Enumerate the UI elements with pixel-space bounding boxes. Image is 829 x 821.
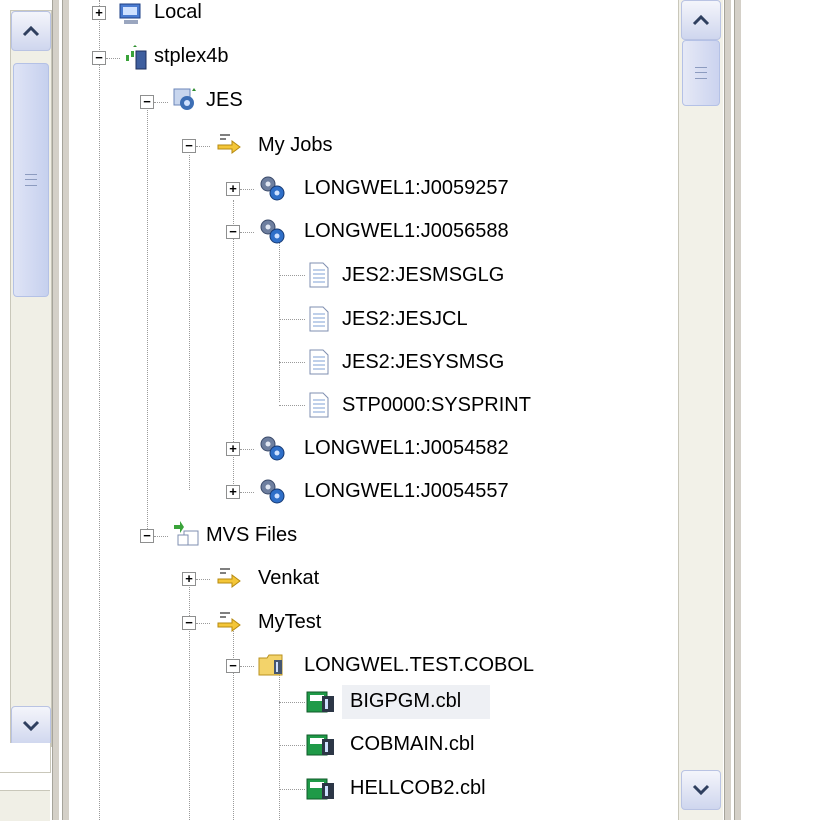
- scroll-down-button[interactable]: [11, 706, 51, 746]
- filter-icon: [216, 131, 241, 155]
- job-gears-icon: [258, 217, 285, 244]
- spool-file-icon: [308, 349, 332, 375]
- tree-node-label: JES2:JESJCL: [342, 308, 468, 330]
- tree-node-job[interactable]: + LONGWEL1:J0059257: [72, 172, 670, 206]
- chevron-up-icon: [22, 25, 40, 37]
- collapse-toggle[interactable]: −: [92, 51, 106, 65]
- chevron-down-icon: [22, 720, 40, 732]
- tree-node-mvs-files[interactable]: − MVS Files: [72, 519, 670, 553]
- tree-node-label: Local: [154, 1, 202, 23]
- system-connection-icon: [124, 45, 148, 70]
- panel-divider: [734, 0, 742, 820]
- expand-toggle[interactable]: +: [92, 6, 106, 20]
- tree-node-spool-file[interactable]: JES2:JESJCL: [72, 302, 670, 336]
- collapse-toggle[interactable]: −: [140, 95, 154, 109]
- tree-node-job[interactable]: + LONGWEL1:J0054557: [72, 475, 670, 509]
- job-gears-icon: [258, 174, 285, 201]
- tree-node-label: JES2:JESYSMSG: [342, 351, 505, 373]
- panel-divider: [52, 0, 60, 820]
- spool-file-icon: [308, 392, 332, 418]
- collapse-toggle[interactable]: −: [226, 659, 240, 673]
- collapse-toggle[interactable]: −: [182, 139, 196, 153]
- expand-toggle[interactable]: +: [182, 572, 196, 586]
- tree-node-filter[interactable]: + Venkat: [72, 562, 670, 596]
- chevron-down-icon: [692, 784, 710, 796]
- remote-systems-tree[interactable]: + Local − stplex4b − JES − My Jobs + LON…: [72, 0, 670, 820]
- collapse-toggle[interactable]: −: [182, 616, 196, 630]
- tree-node-label: LONGWEL1:J0056588: [304, 220, 509, 242]
- tree-node-label: LONGWEL1:J0054582: [304, 437, 509, 459]
- tree-node-stplex4b[interactable]: − stplex4b: [72, 40, 670, 74]
- tree-node-label: MyTest: [258, 611, 322, 633]
- tree-node-spool-file[interactable]: JES2:JESMSGLG: [72, 258, 670, 292]
- mvs-files-icon: [172, 521, 199, 546]
- tree-node-label: stplex4b: [154, 45, 229, 67]
- panel-divider: [724, 0, 732, 820]
- tree-node-job[interactable]: − LONGWEL1:J0056588: [72, 215, 670, 249]
- left-panel-footer: [0, 790, 50, 821]
- tree-node-label: MVS Files: [206, 524, 298, 546]
- scroll-thumb[interactable]: [682, 40, 720, 106]
- tree-node-label: My Jobs: [258, 134, 333, 156]
- tree-node-label: JES: [206, 89, 243, 111]
- scroll-down-button[interactable]: [681, 770, 721, 810]
- left-vertical-scrollbar[interactable]: [10, 10, 52, 747]
- scroll-up-button[interactable]: [681, 0, 721, 40]
- tree-node-label: Venkat: [258, 567, 320, 589]
- expand-toggle[interactable]: +: [226, 485, 240, 499]
- cobol-member-icon: [306, 775, 334, 800]
- tree-node-jes[interactable]: − JES: [72, 84, 670, 118]
- tree-node-member[interactable]: COBMAIN.cbl: [72, 728, 670, 762]
- tree-vertical-scrollbar[interactable]: [678, 0, 723, 820]
- left-panel-field: [0, 743, 51, 773]
- tree-node-filter[interactable]: − MyTest: [72, 606, 670, 640]
- tree-node-label: HELLCOB2.cbl: [350, 777, 486, 799]
- tree-node-spool-file[interactable]: JES2:JESYSMSG: [72, 345, 670, 379]
- spool-file-icon: [308, 262, 332, 288]
- scroll-up-button[interactable]: [11, 11, 51, 51]
- tree-node-member[interactable]: HELLCOB2.cbl: [72, 772, 670, 806]
- chevron-up-icon: [692, 14, 710, 26]
- tree-node-label: BIGPGM.cbl: [350, 690, 462, 712]
- tree-node-my-jobs[interactable]: − My Jobs: [72, 128, 670, 162]
- tree-node-job[interactable]: + LONGWEL1:J0054582: [72, 432, 670, 466]
- tree-node-label: COBMAIN.cbl: [350, 733, 475, 755]
- collapse-toggle[interactable]: −: [140, 529, 154, 543]
- tree-node-label: STP0000:SYSPRINT: [342, 394, 531, 416]
- spool-file-icon: [308, 306, 332, 332]
- right-empty-area: [760, 0, 829, 820]
- tree-node-label: JES2:JESMSGLG: [342, 264, 505, 286]
- tree-node-label: LONGWEL.TEST.COBOL: [304, 654, 535, 676]
- expand-toggle[interactable]: +: [226, 182, 240, 196]
- expand-toggle[interactable]: +: [226, 442, 240, 456]
- panel-divider: [62, 0, 70, 820]
- cobol-member-icon: [306, 688, 334, 713]
- jes-subsystem-icon: [172, 87, 196, 111]
- tree-node-label: LONGWEL1:J0059257: [304, 177, 509, 199]
- tree-node-label: LONGWEL1:J0054557: [304, 480, 509, 502]
- filter-icon: [216, 565, 241, 589]
- cobol-member-icon: [306, 731, 334, 756]
- tree-node-spool-file[interactable]: STP0000:SYSPRINT: [72, 388, 670, 422]
- job-gears-icon: [258, 477, 285, 504]
- computer-icon: [118, 2, 142, 26]
- tree-node-dataset[interactable]: − LONGWEL.TEST.COBOL: [72, 649, 670, 683]
- tree-node-local[interactable]: + Local: [72, 0, 670, 34]
- job-gears-icon: [258, 434, 285, 461]
- filter-icon: [216, 609, 241, 633]
- tree-node-member[interactable]: BIGPGM.cbl: [72, 685, 670, 719]
- collapse-toggle[interactable]: −: [226, 225, 240, 239]
- folder-dataset-icon: [258, 652, 283, 676]
- scroll-thumb[interactable]: [13, 63, 49, 297]
